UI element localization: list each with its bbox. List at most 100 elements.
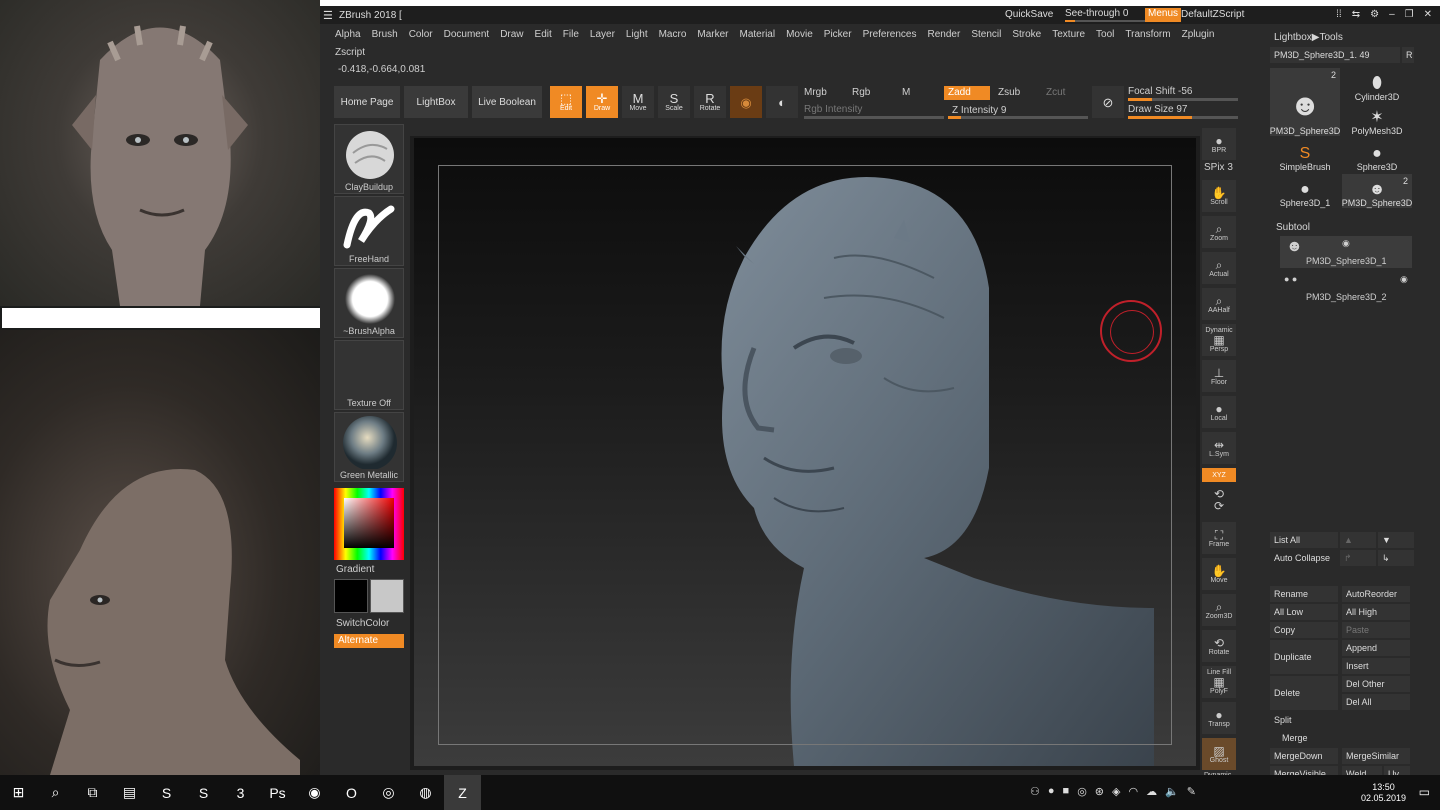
clock[interactable]: 13:50 02.05.2019 xyxy=(1361,782,1406,804)
gradient-label[interactable]: Gradient xyxy=(336,564,374,575)
subtool-item-1[interactable]: ☻ ◉ PM3D_Sphere3D_1 xyxy=(1280,236,1412,268)
alternate-toggle[interactable]: Alternate xyxy=(334,634,404,648)
ghost-button[interactable]: ▨ Ghost xyxy=(1202,738,1236,770)
menu-file[interactable]: File xyxy=(558,26,585,44)
merge-section[interactable]: Merge xyxy=(1270,730,1410,746)
menu-transform[interactable]: Transform xyxy=(1120,26,1176,44)
tool-thumb-1[interactable]: ⬮ Cylinder3D xyxy=(1342,68,1412,103)
nvidia-icon[interactable]: ■ xyxy=(1063,785,1070,798)
color-saturation-square[interactable] xyxy=(344,498,394,548)
zoom3d-button[interactable]: ⌕ Zoom3D xyxy=(1202,594,1236,626)
focal-shift-track[interactable] xyxy=(1128,98,1238,101)
delete-button[interactable]: Delete xyxy=(1270,676,1338,710)
auto-reorder-button[interactable]: AutoReorder xyxy=(1342,586,1410,602)
split-section[interactable]: Split xyxy=(1270,712,1410,728)
alpha-selector[interactable]: ~BrushAlpha xyxy=(334,268,404,338)
rename-button[interactable]: Rename xyxy=(1270,586,1338,602)
quicksave-button[interactable]: QuickSave xyxy=(1005,9,1053,20)
tool-thumb-5[interactable]: ● Sphere3D_1 xyxy=(1270,174,1340,209)
z-intensity-track[interactable] xyxy=(948,116,1088,119)
zcut-toggle[interactable]: Zcut xyxy=(1042,86,1082,100)
draw-mode-button[interactable]: ✛ Draw xyxy=(586,86,618,118)
zoom-button[interactable]: ⌕ Zoom xyxy=(1202,216,1236,248)
rotate-view-button[interactable]: ⟲ Rotate xyxy=(1202,630,1236,662)
settings-icon[interactable]: ⚙ xyxy=(1370,9,1379,20)
tool-thumb-6[interactable]: ☻ PM3D_Sphere3D 2 xyxy=(1342,174,1412,208)
main-color-swatch[interactable] xyxy=(334,579,368,613)
lazy-mouse-button[interactable]: ⊘ xyxy=(1092,86,1124,118)
controller-icon[interactable]: ◎ xyxy=(1077,785,1087,798)
menu-zscript[interactable]: Zscript xyxy=(330,44,371,62)
tool-thumb-0[interactable]: ☻ PM3D_Sphere3D 2 xyxy=(1270,68,1340,136)
photoshop-icon[interactable]: Ps xyxy=(259,775,296,810)
local-button[interactable]: ● Local xyxy=(1202,396,1236,428)
rotation-axes-button[interactable]: ⟲ ⟳ xyxy=(1202,484,1236,516)
bpr-button[interactable]: ● BPR xyxy=(1202,128,1236,160)
brush-selector[interactable]: ClayBuildup xyxy=(334,124,404,194)
color-picker-button[interactable]: ◐ xyxy=(766,86,798,118)
menu-stencil[interactable]: Stencil xyxy=(966,26,1007,44)
task-view-icon[interactable]: ⧉ xyxy=(74,775,111,810)
rgb-toggle[interactable]: Rgb xyxy=(848,86,892,100)
secondary-color-swatch[interactable] xyxy=(370,579,404,613)
rgb-intensity-track[interactable] xyxy=(804,116,944,119)
explorer-icon[interactable]: ▤ xyxy=(111,775,148,810)
live-boolean-button[interactable]: Live Boolean xyxy=(472,86,542,118)
rotate-mode-button[interactable]: R Rotate xyxy=(694,86,726,118)
wifi-icon[interactable]: ◠ xyxy=(1128,785,1138,798)
layout-icon[interactable]: ⁞⁞ xyxy=(1336,9,1342,20)
restore-icon[interactable]: ❐ xyxy=(1405,9,1414,20)
minimize-icon[interactable]: – xyxy=(1389,9,1395,20)
menu-document[interactable]: Document xyxy=(439,26,496,44)
menu-zplugin[interactable]: Zplugin xyxy=(1177,26,1221,44)
app-s-icon[interactable]: S xyxy=(185,775,222,810)
menu-material[interactable]: Material xyxy=(735,26,782,44)
move-up-icon[interactable]: ▲ xyxy=(1340,532,1376,548)
frame-button[interactable]: ⛶ Frame xyxy=(1202,522,1236,554)
all-low-button[interactable]: All Low xyxy=(1270,604,1338,620)
auto-collapse-button[interactable]: Auto Collapse xyxy=(1270,550,1338,566)
menu-light[interactable]: Light xyxy=(621,26,654,44)
draw-size-slider[interactable]: Draw Size 97 xyxy=(1128,104,1187,115)
spix-slider[interactable]: SPix 3 xyxy=(1204,162,1233,173)
lightbox-tools-header[interactable]: Lightbox▶Tools xyxy=(1274,32,1343,43)
menu-edit[interactable]: Edit xyxy=(530,26,558,44)
stroke-selector[interactable]: FreeHand xyxy=(334,196,404,266)
switch-color-button[interactable]: SwitchColor xyxy=(336,618,389,629)
actual-button[interactable]: ⌕ Actual xyxy=(1202,252,1236,284)
duplicate-button[interactable]: Duplicate xyxy=(1270,640,1338,674)
rgb-intensity-slider[interactable]: Rgb Intensity xyxy=(804,104,862,115)
scroll-button[interactable]: ✋ Scroll xyxy=(1202,180,1236,212)
solidworks-icon[interactable]: S xyxy=(148,775,185,810)
menu-brush[interactable]: Brush xyxy=(367,26,404,44)
mrgb-toggle[interactable]: Mrgb xyxy=(800,86,844,100)
del-all-button[interactable]: Del All xyxy=(1342,694,1410,710)
polyf-button[interactable]: Line Fill ▦ PolyF xyxy=(1202,666,1236,698)
default-zscript-button[interactable]: DefaultZScript xyxy=(1181,9,1244,20)
cloud-icon[interactable]: ☁ xyxy=(1146,785,1157,798)
spotify-tray-icon[interactable]: ● xyxy=(1048,785,1055,798)
tool-thumb-3[interactable]: S SimpleBrush xyxy=(1270,138,1340,173)
draw-size-track[interactable] xyxy=(1128,116,1238,119)
zadd-toggle[interactable]: Zadd xyxy=(944,86,990,100)
people-icon[interactable]: ⚇ xyxy=(1030,785,1040,798)
move-mode-button[interactable]: M Move xyxy=(622,86,654,118)
move-down-icon[interactable]: ▼ xyxy=(1378,532,1414,548)
paste-button[interactable]: Paste xyxy=(1342,622,1410,638)
menu-layer[interactable]: Layer xyxy=(585,26,621,44)
obs-icon[interactable]: ◍ xyxy=(407,775,444,810)
subtool-header[interactable]: Subtool xyxy=(1276,222,1310,233)
tool-thumb-4[interactable]: ● Sphere3D xyxy=(1342,138,1412,173)
del-other-button[interactable]: Del Other xyxy=(1342,676,1410,692)
zbrush-icon[interactable]: Z xyxy=(444,775,481,810)
scale-mode-button[interactable]: S Scale xyxy=(658,86,690,118)
move-view-button[interactable]: ✋ Move xyxy=(1202,558,1236,590)
app-3-icon[interactable]: 3 xyxy=(222,775,259,810)
volume-icon[interactable]: 🔈 xyxy=(1165,785,1179,798)
tool-thumb-2[interactable]: ✶ PolyMesh3D xyxy=(1342,102,1412,137)
steam-icon[interactable]: ⊛ xyxy=(1095,785,1104,798)
xyz-button[interactable]: XYZ xyxy=(1202,468,1236,482)
chrome-icon[interactable]: ◉ xyxy=(296,775,333,810)
spotify-icon[interactable]: ◎ xyxy=(370,775,407,810)
arrow-down-icon[interactable]: ↳ xyxy=(1378,550,1414,566)
